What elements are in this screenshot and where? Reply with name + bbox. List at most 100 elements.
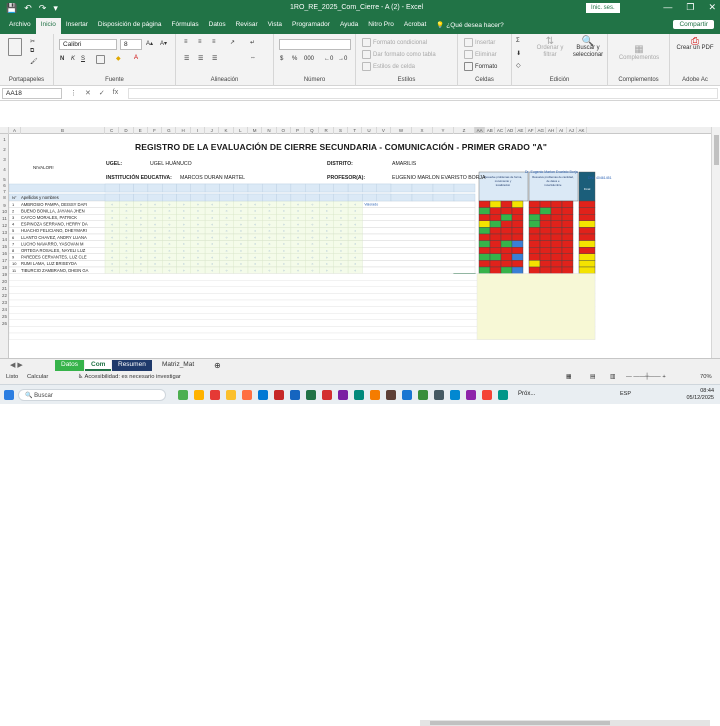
sheet-tab-datos[interactable]: Datos xyxy=(55,360,84,371)
status-calculate[interactable]: Calcular xyxy=(27,374,48,380)
copy-icon[interactable]: ⧉ xyxy=(30,48,34,55)
save-icon[interactable]: 💾 xyxy=(6,3,17,14)
column-header[interactable]: S xyxy=(334,127,349,134)
opera-icon[interactable] xyxy=(210,390,220,400)
column-header[interactable]: AD xyxy=(506,127,516,134)
add-sheet-icon[interactable]: ⊕ xyxy=(208,360,227,371)
align-center-icon[interactable]: ☰ xyxy=(198,55,203,62)
font-color-icon[interactable]: A xyxy=(134,55,138,61)
tab-datos[interactable]: Datos xyxy=(204,18,231,34)
redo-icon[interactable]: ↷ xyxy=(39,3,47,14)
hscroll-thumb[interactable] xyxy=(430,721,610,725)
edge-icon[interactable] xyxy=(258,390,268,400)
column-header[interactable]: T xyxy=(348,127,363,134)
app2-icon[interactable] xyxy=(338,390,348,400)
app-icon[interactable] xyxy=(274,390,284,400)
align-middle-icon[interactable]: ≡ xyxy=(198,39,202,45)
column-header[interactable]: E xyxy=(134,127,148,134)
tab-formulas[interactable]: Fórmulas xyxy=(167,18,204,34)
app10-icon[interactable] xyxy=(466,390,476,400)
row-header[interactable]: 5 xyxy=(0,177,9,182)
brave-icon[interactable] xyxy=(242,390,252,400)
column-header[interactable]: V xyxy=(377,127,391,134)
excel-taskbar-icon[interactable] xyxy=(306,390,316,400)
column-header[interactable]: G xyxy=(162,127,177,134)
row-header[interactable]: 2 xyxy=(0,147,9,152)
page-break-icon[interactable]: ▥ xyxy=(610,374,615,380)
row-header[interactable]: 13 xyxy=(0,230,9,235)
row-header[interactable]: 8 xyxy=(0,195,9,200)
column-header[interactable]: Z xyxy=(454,127,475,134)
column-header[interactable]: M xyxy=(248,127,263,134)
format-cells-button[interactable]: Formato xyxy=(464,62,497,71)
align-right-icon[interactable]: ☰ xyxy=(212,55,217,62)
row-header[interactable]: 26 xyxy=(0,321,9,326)
row-header[interactable]: 11 xyxy=(0,216,9,221)
cut-icon[interactable]: ✂ xyxy=(30,38,35,45)
fill-icon[interactable]: ⬇ xyxy=(516,50,521,57)
tab-inicio[interactable]: Inicio xyxy=(35,18,61,34)
find-select-button[interactable]: 🔍 Buscar y seleccionar xyxy=(570,37,606,59)
delete-cells-button[interactable]: Eliminar xyxy=(464,50,497,59)
app4-icon[interactable] xyxy=(370,390,380,400)
page-layout-icon[interactable]: ▤ xyxy=(590,374,595,380)
accessibility-status[interactable]: ♿ Accesibilidad: es necesario investigar xyxy=(78,374,181,380)
horizontal-scrollbar[interactable] xyxy=(420,720,710,726)
row-header[interactable]: 1 xyxy=(0,137,9,142)
align-top-icon[interactable]: ≡ xyxy=(184,39,188,45)
select-all-corner[interactable] xyxy=(0,127,9,134)
insert-function-icon[interactable]: fx xyxy=(113,89,118,97)
column-header[interactable]: O xyxy=(277,127,291,134)
acrobat-icon[interactable] xyxy=(322,390,332,400)
row-header[interactable]: 23 xyxy=(0,300,9,305)
currency-icon[interactable]: $ xyxy=(280,56,283,62)
conditional-format-button[interactable]: Formato condicional xyxy=(362,38,427,47)
column-header[interactable]: N xyxy=(262,127,277,134)
worksheet-grid[interactable]: N° Apellidos y nombres 1 AMBROSIO PAMPA, DE… xyxy=(9,134,711,358)
merge-center-icon[interactable]: ⇔ xyxy=(250,55,256,61)
column-header[interactable]: AA xyxy=(475,127,486,134)
language-indicator[interactable]: ESP xyxy=(620,391,631,397)
tell-me-search[interactable]: 💡 ¿Qué desea hacer? xyxy=(431,18,508,34)
column-header[interactable]: H xyxy=(177,127,191,134)
enter-icon[interactable]: ✓ xyxy=(99,89,105,97)
column-header[interactable]: AE xyxy=(516,127,526,134)
font-size-select[interactable]: 8 xyxy=(120,39,142,50)
wrap-text-icon[interactable]: ↵ xyxy=(250,39,255,46)
sort-filter-button[interactable]: ⇅ Ordenar y filtrar xyxy=(534,37,566,59)
column-header[interactable]: W xyxy=(391,127,412,134)
row-header[interactable]: 22 xyxy=(0,293,9,298)
column-header[interactable]: D xyxy=(119,127,134,134)
fill-color-icon[interactable]: ◆ xyxy=(116,55,121,62)
font-name-select[interactable]: Calibri xyxy=(59,39,117,50)
minimize-icon[interactable]: — xyxy=(663,2,672,13)
windows-start-icon[interactable] xyxy=(4,390,14,400)
row-header[interactable]: 6 xyxy=(0,183,9,188)
cancel-icon[interactable]: ✕ xyxy=(85,89,91,97)
tab-disposicion[interactable]: Disposición de página xyxy=(93,18,167,34)
restore-icon[interactable]: ❐ xyxy=(686,2,694,13)
zoom-slider[interactable]: — ——┼—— + xyxy=(626,374,666,380)
undo-icon[interactable]: ↶ xyxy=(24,3,32,14)
tab-insertar[interactable]: Insertar xyxy=(61,18,93,34)
column-header[interactable]: AC xyxy=(495,127,506,134)
row-header[interactable]: 25 xyxy=(0,314,9,319)
column-header[interactable]: AF xyxy=(526,127,537,134)
tab-vista[interactable]: Vista xyxy=(263,18,287,34)
sign-in-button[interactable]: Inic. ses. xyxy=(586,3,620,13)
column-header[interactable]: R xyxy=(320,127,334,134)
row-header[interactable]: 10 xyxy=(0,209,9,214)
autosum-icon[interactable]: Σ xyxy=(516,38,520,44)
app9-icon[interactable] xyxy=(450,390,460,400)
file-explorer-icon[interactable] xyxy=(194,390,204,400)
normal-view-icon[interactable]: ▦ xyxy=(566,374,571,380)
underline-button[interactable]: S xyxy=(81,56,85,62)
sheet-tab-resumen[interactable]: Resumen xyxy=(112,360,152,371)
create-pdf-button[interactable]: ⎙ Crear un PDF xyxy=(676,37,714,52)
row-header[interactable]: 17 xyxy=(0,258,9,263)
column-header[interactable]: AI xyxy=(557,127,567,134)
row-header[interactable]: 24 xyxy=(0,307,9,312)
decrease-decimal-icon[interactable]: →0 xyxy=(338,56,347,62)
column-header[interactable]: AJ xyxy=(567,127,577,134)
row-header[interactable]: 20 xyxy=(0,279,9,284)
